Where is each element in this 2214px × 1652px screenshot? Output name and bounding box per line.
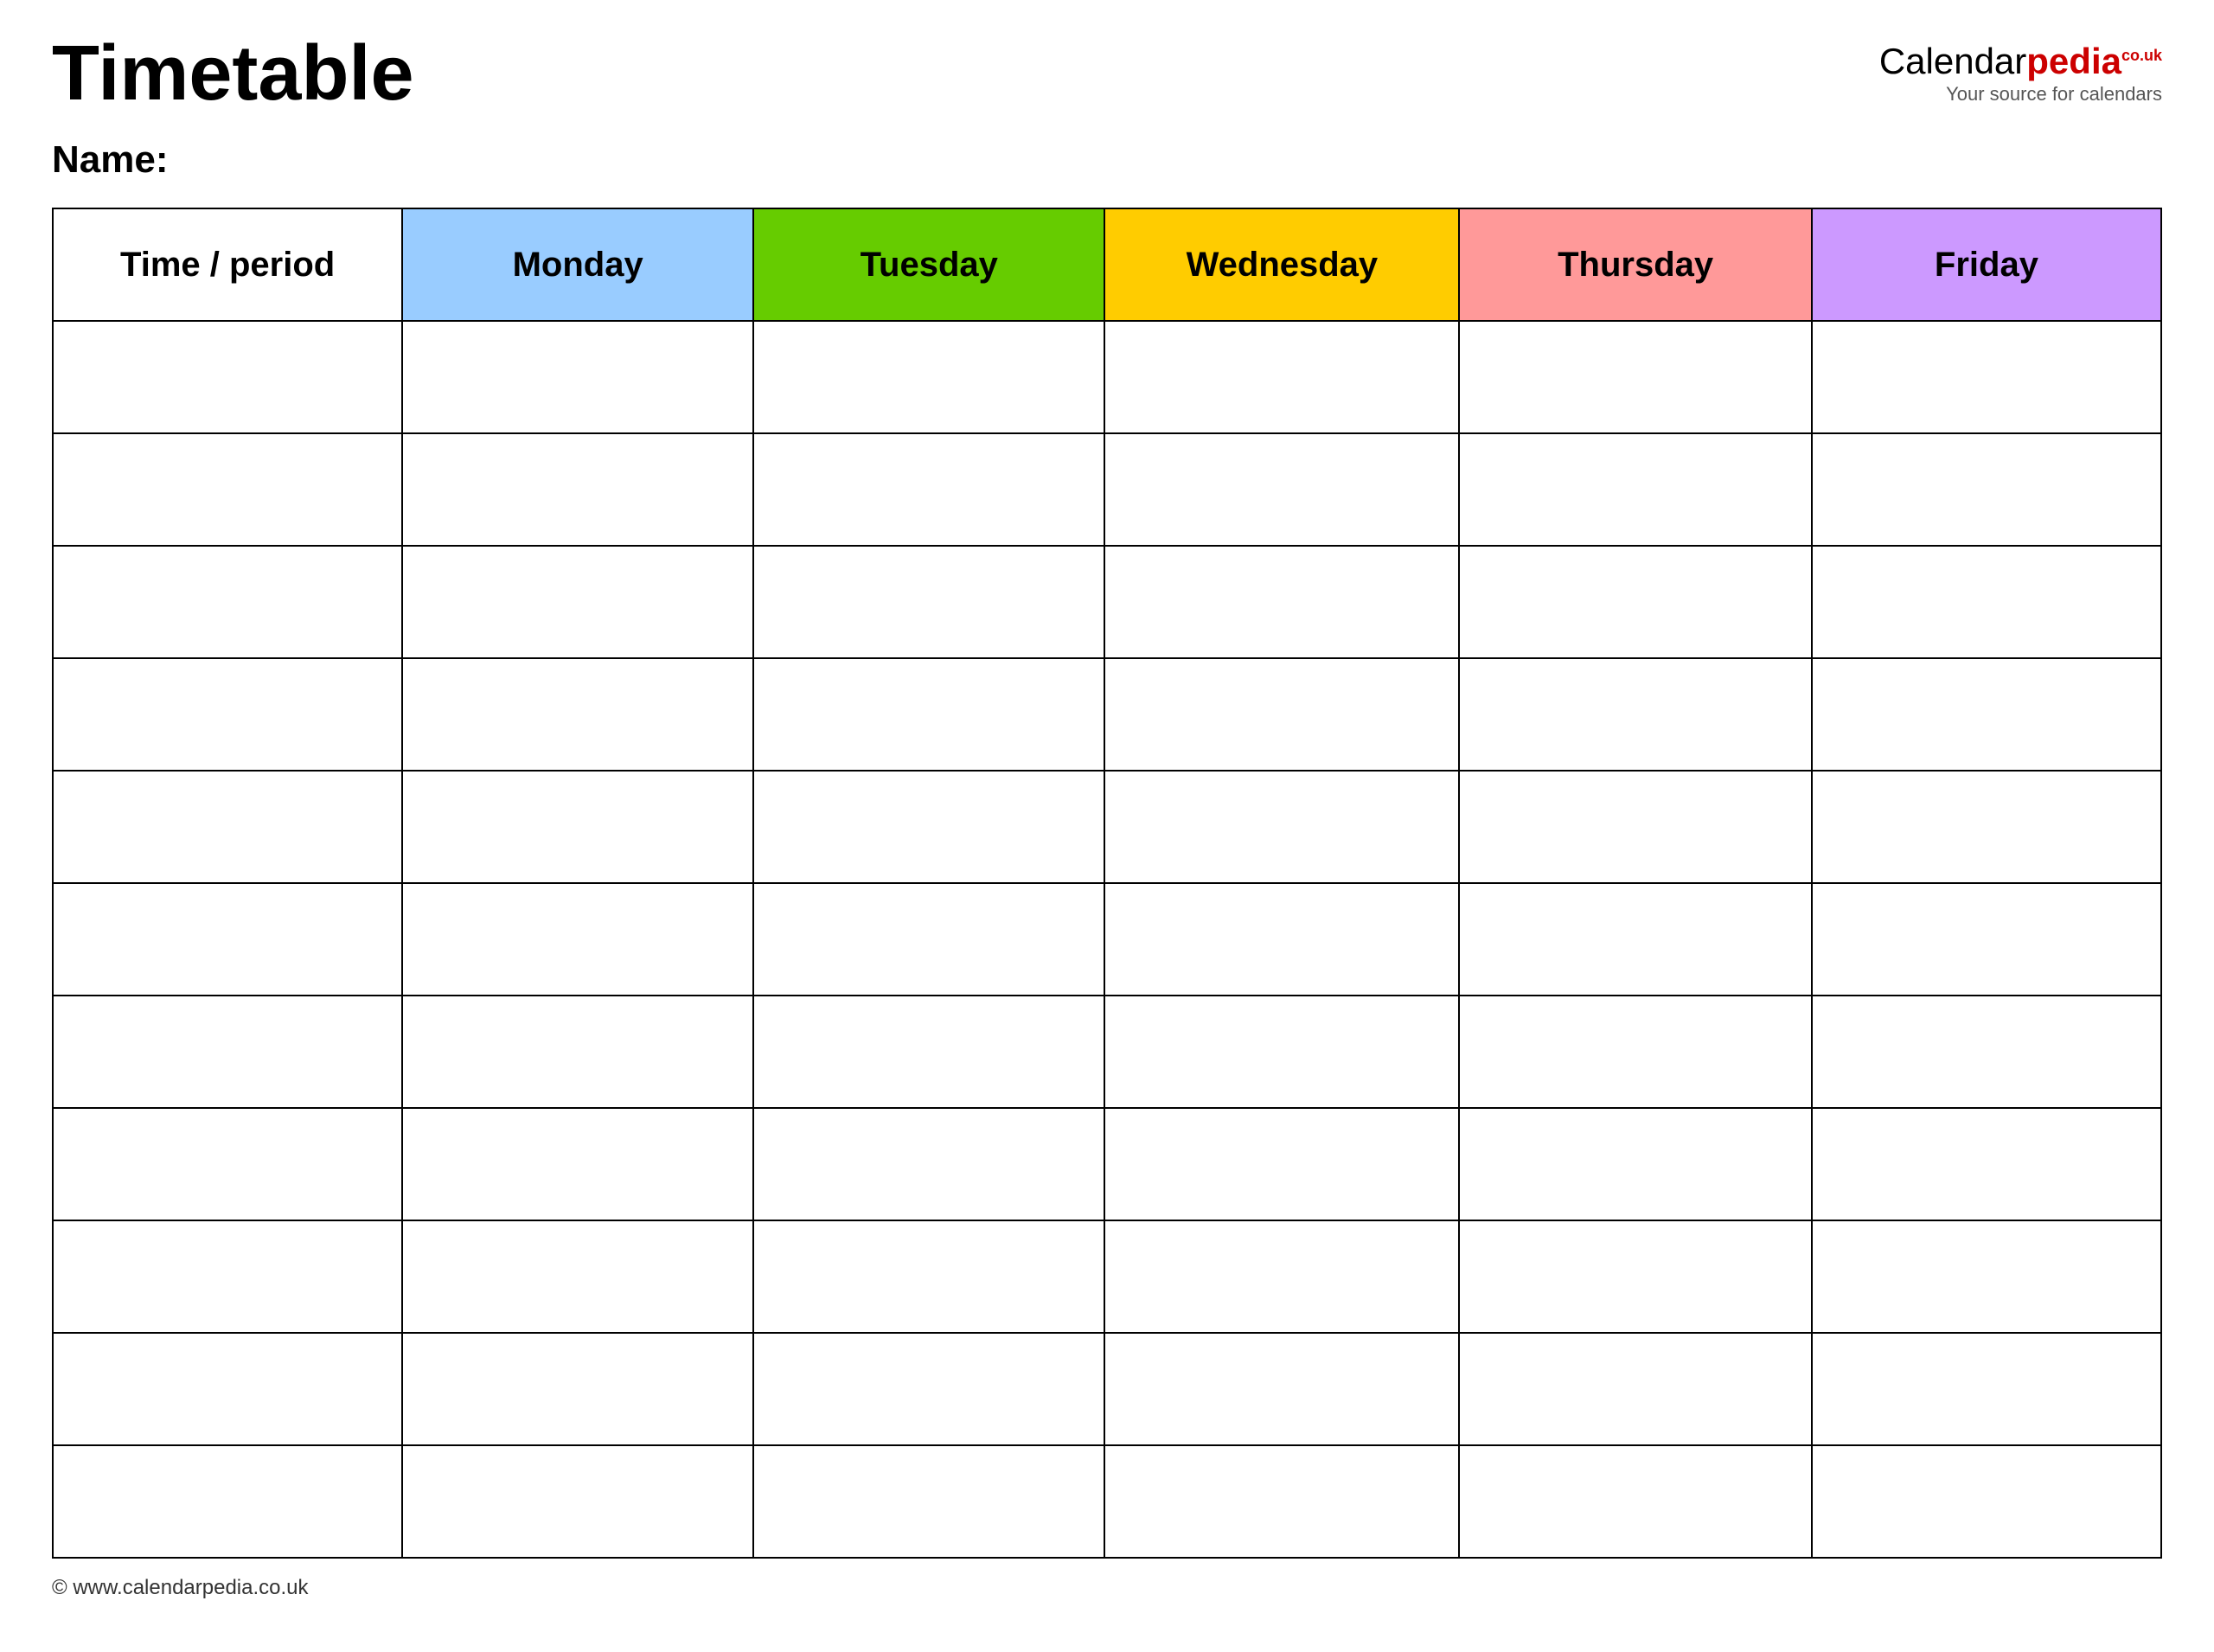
logo-container: Calendarpediaco.uk Your source for calen… [1879, 43, 2162, 106]
table-cell [1812, 1333, 2161, 1445]
table-cell [402, 771, 753, 883]
footer: © www.calendarpedia.co.uk [52, 1576, 2162, 1600]
table-cell [1812, 771, 2161, 883]
table-cell [1812, 433, 2161, 546]
table-cell [53, 433, 402, 546]
table-cell [1459, 546, 1812, 658]
table-cell [753, 771, 1104, 883]
logo-calendar: Calendar [1879, 41, 2026, 81]
table-cell [753, 996, 1104, 1108]
table-row [53, 1108, 2161, 1220]
timetable-body [53, 321, 2161, 1558]
table-cell [753, 1445, 1104, 1558]
page-title: Timetable [52, 35, 414, 112]
table-cell [402, 546, 753, 658]
table-cell [1459, 771, 1812, 883]
name-label: Name: [52, 138, 2162, 182]
table-cell [753, 433, 1104, 546]
table-cell [1812, 1108, 2161, 1220]
table-cell [402, 1220, 753, 1333]
table-cell [53, 321, 402, 433]
table-cell [753, 1220, 1104, 1333]
table-row [53, 996, 2161, 1108]
table-cell [402, 996, 753, 1108]
table-cell [402, 883, 753, 996]
table-row [53, 321, 2161, 433]
table-cell [53, 996, 402, 1108]
table-cell [402, 1333, 753, 1445]
table-cell [1812, 658, 2161, 771]
table-cell [1812, 996, 2161, 1108]
table-cell [753, 883, 1104, 996]
table-row [53, 1220, 2161, 1333]
table-cell [53, 883, 402, 996]
table-cell [53, 546, 402, 658]
table-cell [402, 1445, 753, 1558]
table-cell [1104, 996, 1459, 1108]
table-row [53, 546, 2161, 658]
col-header-time: Time / period [53, 208, 402, 321]
table-cell [1812, 321, 2161, 433]
header-row: Time / period Monday Tuesday Wednesday T… [53, 208, 2161, 321]
table-cell [1459, 1108, 1812, 1220]
table-cell [1104, 321, 1459, 433]
table-cell [753, 321, 1104, 433]
table-cell [53, 1220, 402, 1333]
col-header-monday: Monday [402, 208, 753, 321]
table-cell [1812, 1445, 2161, 1558]
logo-tagline: Your source for calendars [1879, 83, 2162, 106]
table-cell [1812, 546, 2161, 658]
table-cell [53, 1333, 402, 1445]
table-cell [1104, 1333, 1459, 1445]
table-cell [753, 546, 1104, 658]
table-row [53, 433, 2161, 546]
logo-pedia: pedia [2026, 41, 2121, 81]
table-cell [1104, 433, 1459, 546]
table-cell [1812, 883, 2161, 996]
table-cell [1459, 1445, 1812, 1558]
table-cell [53, 1108, 402, 1220]
table-cell [53, 771, 402, 883]
table-cell [1459, 1220, 1812, 1333]
table-cell [1104, 1220, 1459, 1333]
logo-text: Calendarpediaco.uk [1879, 43, 2162, 80]
table-cell [753, 1108, 1104, 1220]
col-header-tuesday: Tuesday [753, 208, 1104, 321]
table-cell [1459, 658, 1812, 771]
table-cell [53, 1445, 402, 1558]
table-row [53, 1333, 2161, 1445]
table-cell [1812, 1220, 2161, 1333]
table-cell [753, 1333, 1104, 1445]
table-row [53, 771, 2161, 883]
table-cell [1104, 658, 1459, 771]
col-header-wednesday: Wednesday [1104, 208, 1459, 321]
col-header-thursday: Thursday [1459, 208, 1812, 321]
table-row [53, 658, 2161, 771]
table-row [53, 1445, 2161, 1558]
table-cell [1104, 771, 1459, 883]
timetable: Time / period Monday Tuesday Wednesday T… [52, 208, 2162, 1559]
footer-url: © www.calendarpedia.co.uk [52, 1576, 309, 1599]
table-cell [1104, 1445, 1459, 1558]
table-cell [1459, 321, 1812, 433]
table-cell [1459, 883, 1812, 996]
table-cell [1459, 433, 1812, 546]
table-cell [1104, 1108, 1459, 1220]
table-cell [402, 1108, 753, 1220]
page-header: Timetable Calendarpediaco.uk Your source… [52, 35, 2162, 112]
table-cell [753, 658, 1104, 771]
table-cell [402, 658, 753, 771]
col-header-friday: Friday [1812, 208, 2161, 321]
table-row [53, 883, 2161, 996]
table-cell [1459, 996, 1812, 1108]
table-cell [1459, 1333, 1812, 1445]
logo-co-uk: co.uk [2121, 48, 2162, 63]
table-cell [53, 658, 402, 771]
table-cell [1104, 546, 1459, 658]
table-cell [402, 433, 753, 546]
table-cell [1104, 883, 1459, 996]
table-cell [402, 321, 753, 433]
